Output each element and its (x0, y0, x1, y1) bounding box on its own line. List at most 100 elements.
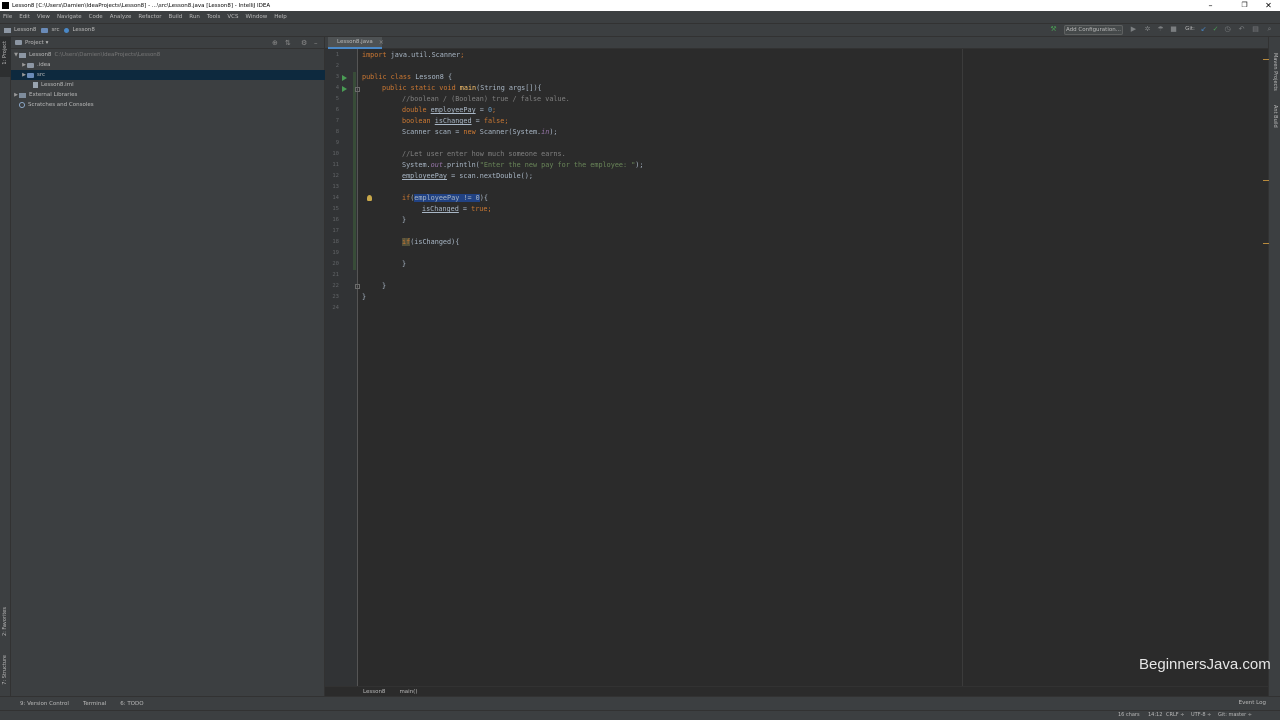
line-separator[interactable]: CRLF ÷ (1166, 712, 1184, 718)
menu-view[interactable]: View (37, 14, 50, 20)
tree-item-scratches[interactable]: Scratches and Consoles (11, 100, 325, 110)
menu-file[interactable]: File (3, 14, 12, 20)
line-number: 4 (335, 85, 339, 91)
nav-crumb-project[interactable]: Lesson8 (4, 27, 36, 33)
close-icon[interactable]: × (379, 39, 384, 46)
line-number: 17 (332, 228, 339, 234)
vcs-revert-icon[interactable]: ↶ (1238, 26, 1245, 33)
code-line-12: employeePay = scan.nextDouble(); (402, 172, 533, 180)
debug-icon[interactable]: ✲ (1144, 26, 1151, 33)
line-number: 6 (335, 107, 339, 113)
minimize-button[interactable]: – (1199, 0, 1222, 11)
project-panel-header: Project ▾ ⊕ ⇅ ⚙ – (11, 37, 324, 49)
hide-panel-icon[interactable]: – (314, 39, 318, 47)
scratch-icon (19, 102, 25, 108)
line-number: 22 (332, 283, 339, 289)
line-number: 12 (332, 173, 339, 179)
title-bar: Lesson8 [C:\Users\Damien\IdeaProjects\Le… (0, 0, 1280, 11)
project-view-icon (15, 40, 22, 45)
code-line-15: isChanged = true; (422, 205, 492, 213)
tree-item-idea[interactable]: ▶ .idea (11, 60, 325, 70)
vcs-commit-icon[interactable]: ✓ (1212, 26, 1219, 33)
maximize-button[interactable]: ❐ (1233, 0, 1256, 11)
menu-refactor[interactable]: Refactor (138, 14, 161, 20)
terminal-tab[interactable]: Terminal (83, 701, 106, 707)
fold-toggle-icon[interactable]: - (355, 87, 360, 92)
file-icon (33, 82, 38, 88)
event-log-tab[interactable]: Event Log (1239, 700, 1266, 706)
bottom-tool-bar: 9: Version Control Terminal 6: TODO (0, 696, 1280, 710)
menu-analyze[interactable]: Analyze (110, 14, 132, 20)
menu-edit[interactable]: Edit (19, 14, 30, 20)
collapse-all-icon[interactable]: ⇅ (285, 39, 291, 47)
run-main-icon[interactable] (342, 86, 347, 92)
coverage-icon[interactable]: ☂ (1157, 26, 1164, 33)
selected-text: employeePay != 0 (414, 194, 480, 202)
ant-tool-tab[interactable]: Ant Build (1272, 105, 1278, 128)
line-number: 3 (335, 74, 339, 80)
line-number: 19 (332, 250, 339, 256)
vcs-update-icon[interactable]: ↙ (1200, 26, 1207, 33)
code-line-6: double employeePay = 0; (402, 106, 497, 114)
project-structure-icon[interactable]: ▤ (1252, 26, 1259, 33)
right-margin-guide (962, 49, 963, 686)
fold-toggle-icon[interactable]: - (355, 284, 360, 289)
menu-window[interactable]: Window (246, 14, 268, 20)
breadcrumb-class[interactable]: Lesson8 (363, 689, 385, 695)
intention-bulb-icon[interactable] (367, 195, 372, 201)
close-button[interactable]: ✕ (1257, 0, 1280, 11)
project-view-dropdown[interactable]: Project ▾ (25, 40, 48, 46)
nav-crumb-class[interactable]: Lesson8 (64, 27, 95, 33)
tree-item-project-root[interactable]: ▼ Lesson8 C:\Users\Damien\IdeaProjects\L… (11, 50, 325, 60)
folder-icon (41, 27, 49, 33)
library-icon (19, 92, 26, 98)
menu-run[interactable]: Run (189, 14, 200, 20)
todo-tab[interactable]: 6: TODO (120, 701, 143, 707)
tree-item-src[interactable]: ▶ src (11, 70, 325, 80)
menu-code[interactable]: Code (89, 14, 103, 20)
menu-tools[interactable]: Tools (207, 14, 221, 20)
code-line-18: if(isChanged){ (402, 238, 460, 246)
nav-crumb-src[interactable]: src (41, 27, 59, 33)
menu-help[interactable]: Help (274, 14, 287, 20)
breadcrumb-method[interactable]: main() (399, 689, 417, 695)
right-tool-strip: Maven Projects Ant Build (1268, 37, 1280, 696)
code-editor[interactable]: import java.util.Scanner; public class L… (359, 49, 1268, 686)
favorites-tool-tab[interactable]: 2: Favorites (2, 607, 8, 636)
build-hammer-icon[interactable]: ⚒ (1050, 26, 1057, 33)
code-line-20: } (402, 260, 407, 268)
structure-tool-tab[interactable]: 7: Structure (2, 655, 8, 685)
editor-tab-lesson8[interactable]: Lesson8.java × (328, 37, 384, 49)
project-tool-tab[interactable]: 1: Project (0, 37, 11, 77)
git-label: Git: (1185, 26, 1195, 32)
line-number: 9 (335, 140, 339, 146)
search-icon[interactable]: ⌕ (1266, 26, 1273, 33)
line-number: 8 (335, 129, 339, 135)
run-class-icon[interactable] (342, 75, 347, 81)
caret-position[interactable]: 14:12 (1148, 712, 1162, 718)
project-panel: Project ▾ ⊕ ⇅ ⚙ – ▼ Lesson8 C:\Users\Dam… (11, 37, 325, 696)
scroll-marker[interactable] (1263, 59, 1269, 60)
scroll-marker[interactable] (1263, 243, 1269, 244)
menu-build[interactable]: Build (168, 14, 182, 20)
line-number: 20 (332, 261, 339, 267)
maven-tool-tab[interactable]: Maven Projects (1272, 53, 1278, 91)
file-encoding[interactable]: UTF-8 ÷ (1191, 712, 1211, 718)
run-icon[interactable]: ▶ (1130, 26, 1137, 33)
menu-vcs[interactable]: VCS (227, 14, 238, 20)
stop-icon[interactable]: ■ (1170, 26, 1177, 33)
scroll-marker[interactable] (1263, 180, 1269, 181)
git-branch[interactable]: Git: master ÷ (1218, 712, 1252, 718)
version-control-tab[interactable]: 9: Version Control (20, 701, 69, 707)
code-line-7: boolean isChanged = false; (402, 117, 509, 125)
line-number: 24 (332, 305, 339, 311)
gear-icon[interactable]: ⚙ (301, 39, 307, 47)
code-line-1: import java.util.Scanner; (362, 51, 465, 59)
tree-item-external-libraries[interactable]: ▶ External Libraries (11, 90, 325, 100)
menu-navigate[interactable]: Navigate (57, 14, 82, 20)
add-configuration-button[interactable]: Add Configuration... (1064, 25, 1123, 35)
vcs-history-icon[interactable]: ◷ (1224, 26, 1231, 33)
vcs-change-marker[interactable] (353, 72, 356, 270)
tree-item-iml[interactable]: Lesson8.iml (11, 80, 325, 90)
locate-icon[interactable]: ⊕ (272, 39, 278, 47)
